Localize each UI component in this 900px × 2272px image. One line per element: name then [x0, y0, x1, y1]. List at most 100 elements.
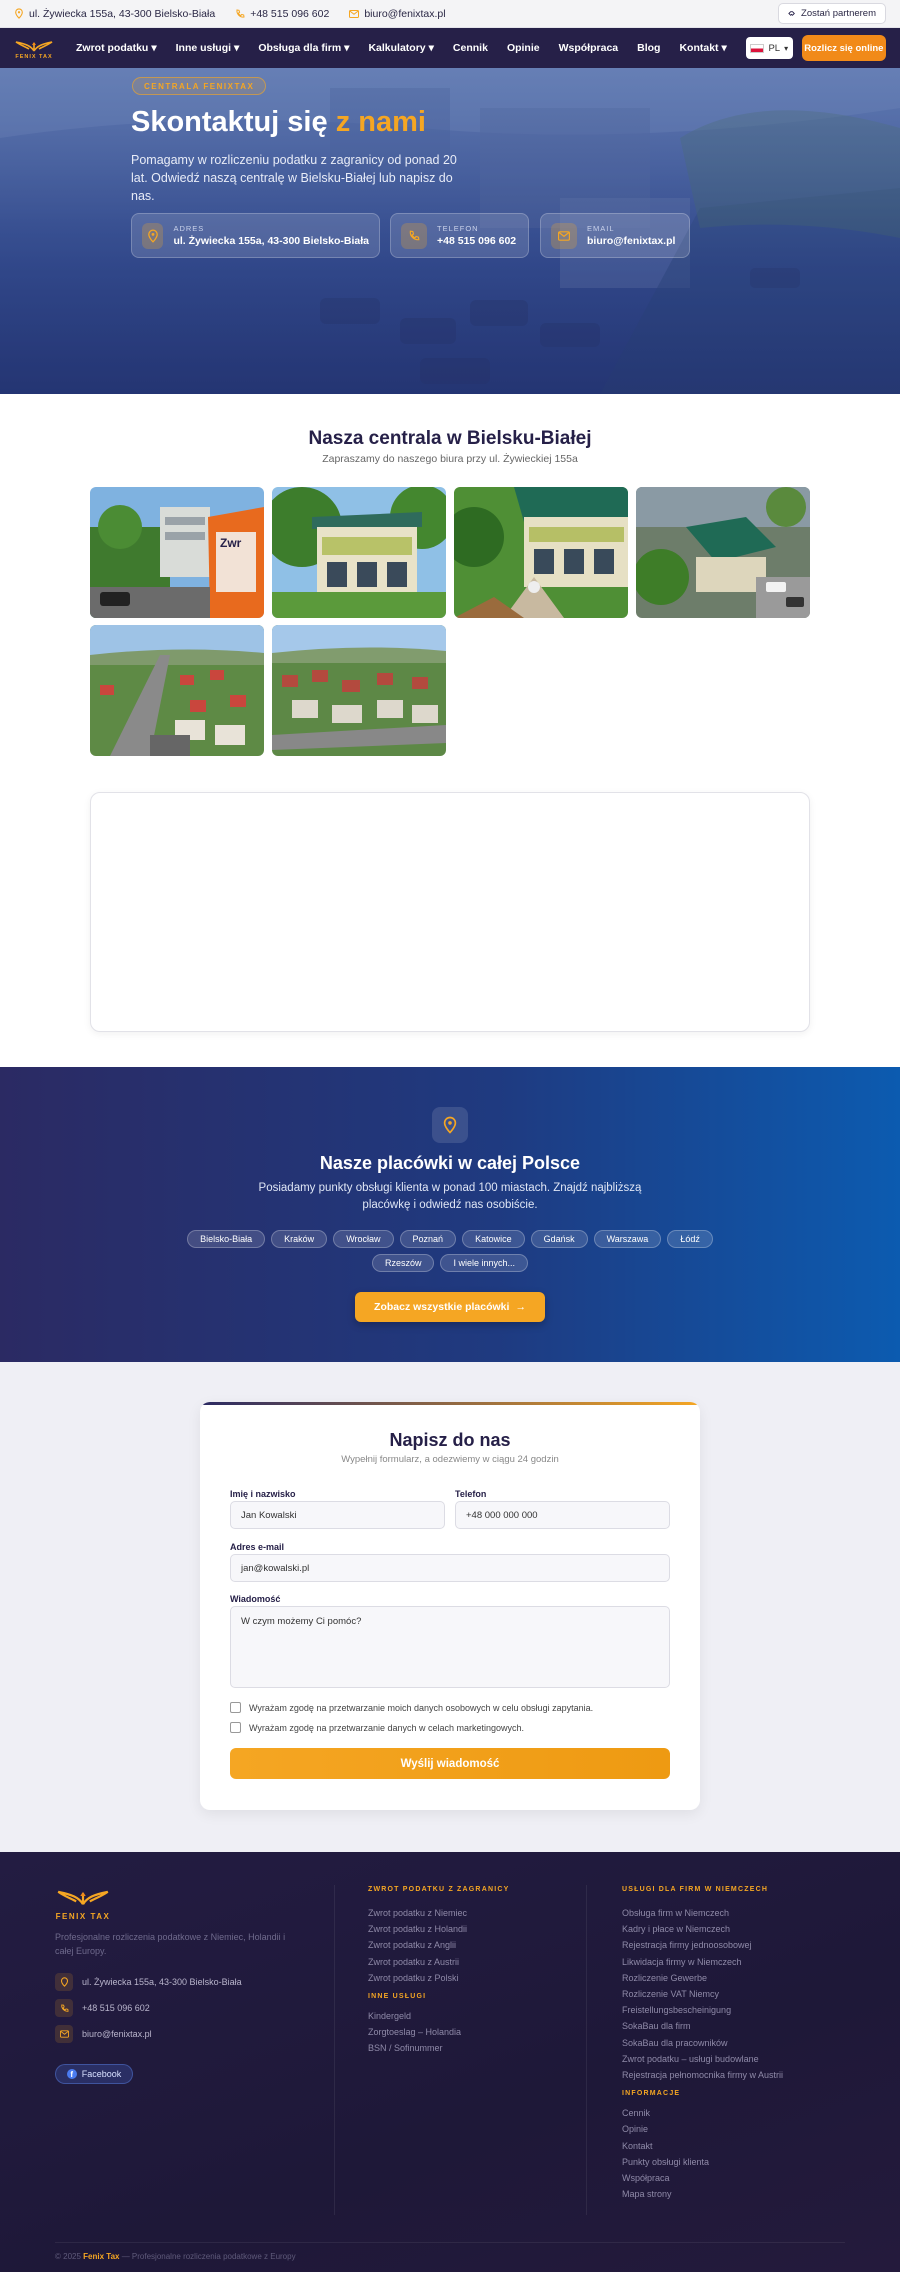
copyright-suffix: — Profesjonalne rozliczenia podatkowe z … — [121, 2252, 296, 2261]
footer-link[interactable]: Cennik — [622, 2105, 783, 2121]
nav-obsluga-dla-firm[interactable]: Obsługa dla firm ▾ — [258, 42, 349, 54]
footer-link[interactable]: Opinie — [622, 2121, 783, 2137]
footer-link[interactable]: Kadry i płace w Niemczech — [622, 1921, 783, 1937]
nav-blog[interactable]: Blog — [637, 42, 660, 54]
footer-link[interactable]: Rozliczenie Gewerbe — [622, 1970, 783, 1986]
nav-logo[interactable]: FENIX TAX — [14, 37, 54, 60]
phone-input[interactable]: +48 000 000 000 — [455, 1501, 670, 1529]
photo-street-sign[interactable]: Zwr — [90, 487, 264, 618]
consent-marketing[interactable]: Wyrażam zgodę na przetwarzanie danych w … — [230, 1722, 524, 1733]
all-branches-button[interactable]: Zobacz wszystkie placówki → — [355, 1292, 545, 1322]
send-message-button[interactable]: Wyślij wiadomość — [230, 1748, 670, 1779]
footer-logo[interactable]: FENIX TAX — [55, 1885, 111, 1921]
footer-link[interactable]: Zwrot podatku z Niemiec — [368, 1905, 509, 1921]
footer-phone[interactable]: +48 515 096 602 — [55, 1998, 150, 2018]
topbar-phone[interactable]: +48 515 096 602 — [235, 8, 329, 20]
footer-link[interactable]: Punkty obsługi klienta — [622, 2154, 783, 2170]
message-textarea[interactable]: W czym możemy Ci pomóc? — [230, 1606, 670, 1688]
form-subtitle: Wypełnij formularz, a odezwiemy w ciągu … — [341, 1454, 559, 1465]
facebook-button[interactable]: f Facebook — [55, 2064, 133, 2084]
poland-flag-icon — [750, 43, 765, 53]
footer-link[interactable]: BSN / Sofinummer — [368, 2040, 509, 2056]
footer-link[interactable]: Freistellungsbescheinigung — [622, 2002, 783, 2018]
city-chip[interactable]: Katowice — [462, 1230, 525, 1248]
hero-phone-card[interactable]: TELEFON +48 515 096 602 — [390, 213, 529, 258]
become-partner-button[interactable]: Zostań partnerem — [778, 3, 886, 24]
footer-link[interactable]: Rejestracja pełnomocnika firmy w Austrii — [622, 2067, 783, 2083]
city-chip[interactable]: Łódź — [667, 1230, 713, 1248]
nav-kontakt[interactable]: Kontakt ▾ — [679, 42, 726, 54]
language-switcher[interactable]: PL ▾ — [745, 37, 793, 59]
consent-data-processing[interactable]: Wyrażam zgodę na przetwarzanie moich dan… — [230, 1702, 593, 1713]
photo-aerial-road[interactable] — [90, 625, 264, 756]
footer-link[interactable]: SokaBau dla pracowników — [622, 2035, 783, 2051]
footer-link[interactable]: Obsługa firm w Niemczech — [622, 1905, 783, 1921]
footer-email[interactable]: biuro@fenixtax.pl — [55, 2024, 152, 2044]
settle-online-button[interactable]: Rozlicz się online — [801, 35, 886, 61]
footer-logo-text: FENIX TAX — [55, 1912, 111, 1921]
nav-wspolpraca-label: Współpraca — [558, 42, 619, 54]
footer-link[interactable]: Rejestracja firmy jednoosobowej — [622, 1937, 783, 1953]
map-embed[interactable] — [90, 792, 810, 1032]
name-input[interactable]: Jan Kowalski — [230, 1501, 445, 1529]
hero-badge: CENTRALA FENIXTAX — [132, 77, 267, 95]
city-chip-more[interactable]: I wiele innych... — [440, 1254, 529, 1272]
footer-link[interactable]: SokaBau dla firm — [622, 2018, 783, 2034]
topbar-email[interactable]: biuro@fenixtax.pl — [349, 8, 446, 20]
footer-link[interactable]: Zwrot podatku z Polski — [368, 1970, 509, 1986]
footer-divider — [586, 1885, 587, 2215]
footer-link[interactable]: Rozliczenie VAT Niemcy — [622, 1986, 783, 2002]
city-chip[interactable]: Kraków — [271, 1230, 328, 1248]
nav-zwrot-podatku[interactable]: Zwrot podatku ▾ — [76, 42, 157, 54]
footer-link[interactable]: Kontakt — [622, 2138, 783, 2154]
footer-tagline: Profesjonalne rozliczenia podatkowe z Ni… — [55, 1932, 286, 1956]
phone-icon — [55, 1999, 73, 2017]
nav-inne-uslugi[interactable]: Inne usługi ▾ — [176, 42, 240, 54]
branches-subtitle: Posiadamy punkty obsługi klienta w ponad… — [258, 1182, 642, 1211]
city-chip[interactable]: Warszawa — [593, 1230, 662, 1248]
photo-office-garden[interactable] — [454, 487, 628, 618]
phoenix-logo-icon — [15, 40, 53, 51]
footer-link[interactable]: Współpraca — [622, 2170, 783, 2186]
nav-opinie[interactable]: Opinie — [507, 42, 540, 54]
footer-link[interactable]: Zwrot podatku z Anglii — [368, 1937, 509, 1953]
nav-wspolpraca[interactable]: Współpraca — [559, 42, 619, 54]
nav-blog-label: Blog — [637, 42, 661, 54]
city-chip[interactable]: Wrocław — [333, 1230, 394, 1248]
footer-link[interactable]: Zwrot podatku z Austrii — [368, 1954, 509, 1970]
city-chip[interactable]: Bielsko-Biała — [187, 1230, 266, 1248]
message-label: Wiadomość — [230, 1594, 281, 1604]
topbar-address[interactable]: ul. Żywiecka 155a, 43-300 Bielsko-Biała — [14, 8, 215, 20]
photo-office-building[interactable] — [272, 487, 446, 618]
photo-aerial-neighborhood[interactable] — [272, 625, 446, 756]
consent-checkbox[interactable] — [230, 1722, 241, 1733]
footer-link[interactable]: Likwidacja firmy w Niemczech — [622, 1954, 783, 1970]
city-chip[interactable]: Gdańsk — [530, 1230, 588, 1248]
photo-aerial-office[interactable] — [636, 487, 810, 618]
consent-checkbox[interactable] — [230, 1702, 241, 1713]
consent-marketing-text: Wyrażam zgodę na przetwarzanie danych w … — [249, 1722, 525, 1733]
become-partner-label: Zostań partnerem — [801, 8, 876, 19]
hero-address-card[interactable]: ADRES ul. Żywiecka 155a, 43-300 Bielsko-B… — [131, 213, 380, 258]
email-input[interactable]: jan@kowalski.pl — [230, 1554, 670, 1582]
footer-link[interactable]: Mapa strony — [622, 2186, 783, 2202]
nav-kalkulatory-label: Kalkulatory — [368, 42, 426, 54]
footer-link[interactable]: Zorgtoeslag – Holandia — [368, 2024, 509, 2040]
facebook-icon: f — [66, 2069, 77, 2079]
footer-link[interactable]: Zwrot podatku z Holandii — [368, 1921, 509, 1937]
footer-link[interactable]: Kindergeld — [368, 2008, 509, 2024]
footer-address[interactable]: ul. Żywiecka 155a, 43-300 Bielsko-Biała — [55, 1972, 242, 1992]
city-chip[interactable]: Rzeszów — [371, 1254, 435, 1272]
phone-label: Telefon — [455, 1489, 487, 1499]
footer-col-business: USŁUGI DLA FIRM W NIEMCZECH Obsługa firm… — [622, 1886, 783, 2202]
footer-link[interactable]: Zwrot podatku – usługi budowlane — [622, 2051, 783, 2067]
hero-email-card[interactable]: EMAIL biuro@fenixtax.pl — [540, 213, 690, 258]
footer-bottom-divider — [55, 2242, 845, 2243]
contact-form-card: Napisz do nas Wypełnij formularz, a odez… — [200, 1402, 700, 1810]
nav-cennik[interactable]: Cennik — [453, 42, 488, 54]
handshake-icon — [788, 11, 795, 16]
nav-kalkulatory[interactable]: Kalkulatory ▾ — [368, 42, 433, 54]
hero-email-label: EMAIL — [587, 224, 615, 233]
city-chip[interactable]: Poznań — [399, 1230, 457, 1248]
copyright-prefix: © 2025 — [55, 2252, 81, 2261]
